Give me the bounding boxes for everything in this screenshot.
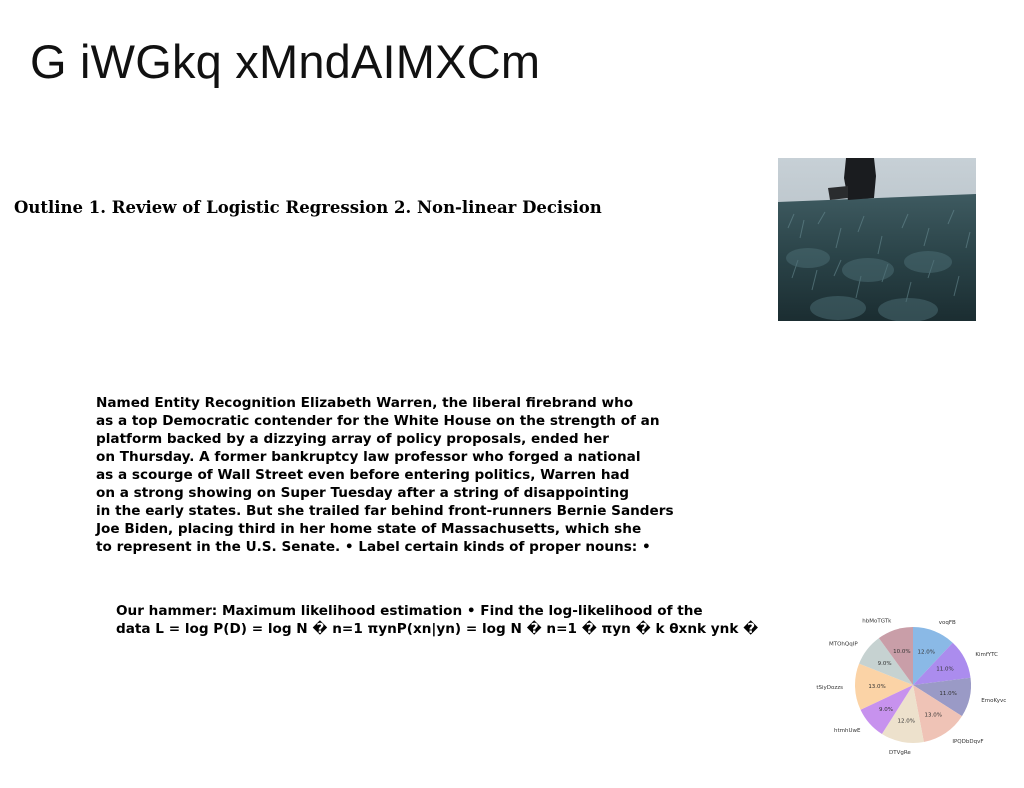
ner-line: as a scourge of Wall Street even before … [96, 467, 630, 483]
ner-line: on Thursday. A former bankruptcy law pro… [96, 449, 641, 465]
landscape-photo [778, 158, 976, 321]
pie-percent-label: 9.0% [879, 707, 893, 713]
pie-category-label: EmoKyvc [981, 698, 1006, 704]
mle-line: Our hammer: Maximum likelihood estimatio… [116, 603, 703, 619]
ner-line: in the early states. But she trailed far… [96, 503, 674, 519]
pie-category-label: KimfYTC [975, 652, 998, 658]
pie-percent-label: 11.0% [936, 667, 953, 673]
pie-percent-label: 12.0% [898, 718, 915, 724]
pie-percent-label: 12.0% [917, 650, 934, 656]
pie-category-label: DTVgRe [889, 750, 911, 756]
pie-category-label: voqFB [939, 620, 956, 626]
mle-paragraph: Our hammer: Maximum likelihood estimatio… [116, 602, 758, 638]
page-title: G iWGkq xMndAIMXCm [30, 35, 541, 88]
pie-percent-label: 13.0% [868, 684, 885, 690]
pie-category-label: tSiyDozzs [816, 685, 843, 691]
ner-line: Named Entity Recognition Elizabeth Warre… [96, 395, 634, 411]
pie-chart: 12.0% voqFB 11.0% KimfYTC 11.0% EmoKyvc 13.0% I… [816, 618, 1006, 756]
pie-percent-label: 13.0% [924, 713, 941, 719]
pie-category-label: IPQDbDqvF [952, 739, 983, 745]
ner-line: on a strong showing on Super Tuesday aft… [96, 485, 629, 501]
ner-line: to represent in the U.S. Senate. • Label… [96, 539, 651, 555]
outline-text: Outline 1. Review of Logistic Regression… [14, 198, 602, 217]
pie-percent-label: 9.0% [878, 661, 892, 667]
ner-line: platform backed by a dizzying array of p… [96, 431, 609, 447]
mle-line: data L = log P(D) = log N � n=1 πynP(xn|… [116, 621, 759, 637]
pie-category-label: htmhUwE [834, 728, 861, 734]
pie-category-label: MTOhQqIP [829, 641, 858, 647]
ner-line: Joe Biden, placing third in her home sta… [96, 521, 642, 537]
pie-percent-label: 11.0% [939, 691, 956, 697]
pie-category-label: hbMoTGTk [862, 618, 892, 624]
pie-percent-label: 10.0% [893, 649, 910, 655]
ner-paragraph: Named Entity Recognition Elizabeth Warre… [96, 394, 736, 556]
ner-line: as a top Democratic contender for the Wh… [96, 413, 660, 429]
